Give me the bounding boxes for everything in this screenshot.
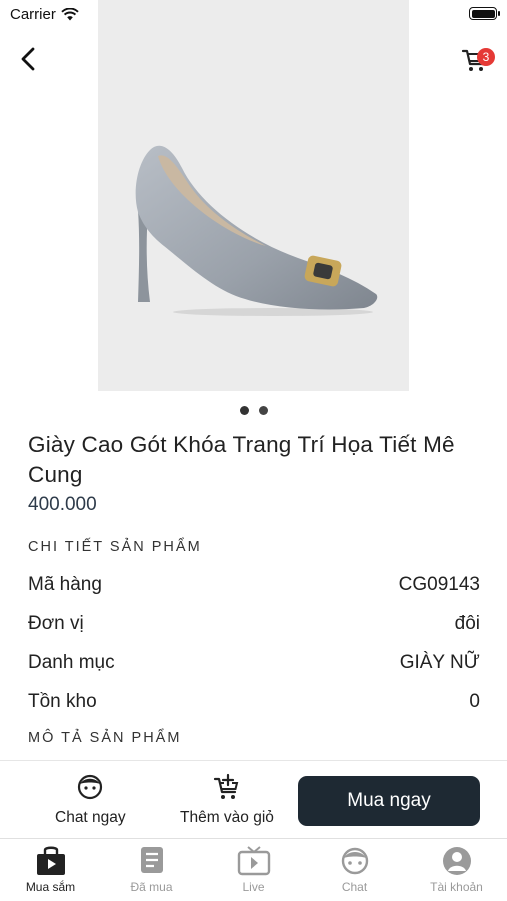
tv-icon bbox=[237, 846, 270, 876]
tab-account[interactable]: Tài khoản bbox=[406, 845, 507, 894]
chat-now-label: Chat ngay bbox=[55, 809, 126, 826]
chat-now-button[interactable]: Chat ngay bbox=[55, 773, 126, 827]
buy-now-button[interactable]: Mua ngay bbox=[298, 776, 480, 826]
back-button[interactable] bbox=[14, 44, 44, 74]
user-icon bbox=[442, 847, 471, 875]
detail-value: đôi bbox=[454, 613, 480, 634]
chat-face-icon bbox=[341, 847, 368, 875]
cart-plus-icon bbox=[213, 773, 239, 799]
tab-label: Mua sắm bbox=[25, 880, 76, 894]
detail-row-sku: Mã hàng CG09143 bbox=[28, 571, 480, 599]
detail-label: Tồn kho bbox=[28, 691, 97, 712]
tab-bar: Mua sắm Đã mua Live Chat Tài khoản bbox=[0, 838, 507, 901]
details-section-label: CHI TIẾT SẢN PHẨM bbox=[28, 539, 202, 555]
pager-dot-active[interactable] bbox=[239, 406, 249, 415]
tab-shopping[interactable]: Mua sắm bbox=[0, 845, 101, 894]
detail-value: GIÀY NỮ bbox=[399, 652, 480, 673]
tab-live[interactable]: Live bbox=[203, 845, 304, 894]
tab-label: Tài khoản bbox=[430, 880, 483, 894]
product-image[interactable] bbox=[98, 0, 409, 391]
image-pager bbox=[0, 406, 507, 415]
detail-row-unit: Đơn vị đôi bbox=[28, 610, 480, 638]
chat-face-icon bbox=[78, 774, 103, 800]
detail-label: Mã hàng bbox=[28, 574, 102, 595]
tab-chat[interactable]: Chat bbox=[304, 845, 405, 894]
action-bar: Chat ngay Thêm vào giỏ Mua ngay bbox=[0, 760, 507, 839]
detail-value: 0 bbox=[469, 691, 480, 712]
tab-purchased[interactable]: Đã mua bbox=[101, 845, 202, 894]
shopping-bag-icon bbox=[36, 846, 65, 875]
detail-row-category: Danh mục GIÀY NỮ bbox=[28, 649, 480, 677]
detail-row-stock: Tồn kho 0 bbox=[28, 688, 480, 716]
chevron-left-icon bbox=[21, 47, 35, 71]
shoe-illustration bbox=[135, 145, 378, 316]
pager-dot[interactable] bbox=[258, 406, 268, 415]
tab-label: Chat bbox=[341, 880, 368, 894]
cart-button[interactable]: 3 bbox=[461, 44, 495, 74]
product-title: Giày Cao Gót Khóa Trang Trí Họa Tiết Mê … bbox=[28, 432, 455, 487]
add-to-cart-button[interactable]: Thêm vào giỏ bbox=[180, 773, 274, 827]
detail-label: Danh mục bbox=[28, 652, 115, 673]
document-icon bbox=[140, 847, 163, 873]
cart-count-badge: 3 bbox=[477, 48, 495, 66]
battery-icon bbox=[469, 7, 500, 20]
detail-value: CG09143 bbox=[398, 574, 480, 595]
tab-label: Live bbox=[242, 880, 265, 894]
tab-label: Đã mua bbox=[130, 880, 173, 894]
product-price: 400.000 bbox=[28, 494, 97, 515]
detail-label: Đơn vị bbox=[28, 613, 84, 634]
description-section-label: MÔ TẢ SẢN PHẨM bbox=[28, 730, 182, 746]
add-to-cart-label: Thêm vào giỏ bbox=[180, 809, 274, 826]
